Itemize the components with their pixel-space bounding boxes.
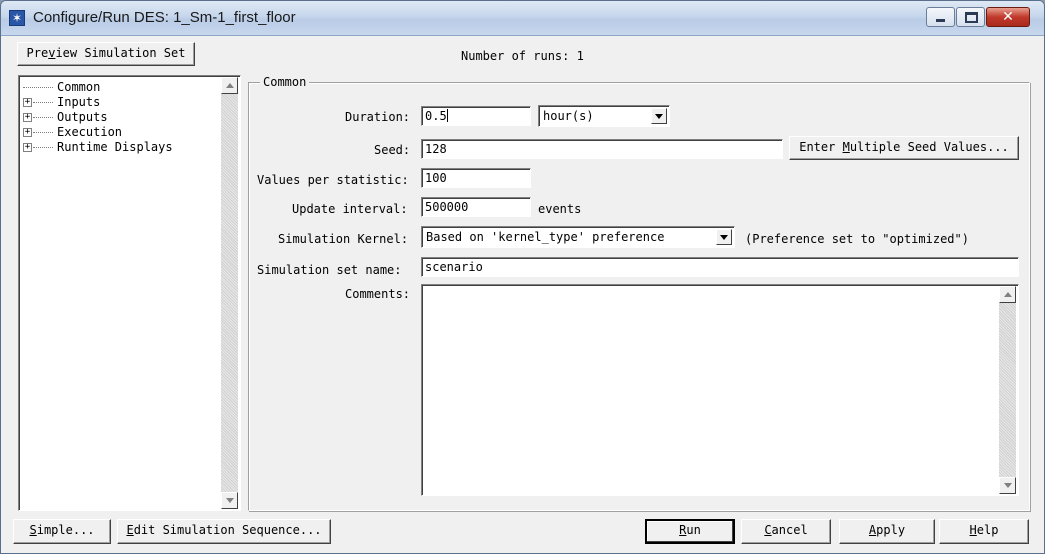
maximize-button[interactable] (956, 7, 985, 27)
minimize-button[interactable] (926, 7, 955, 27)
simulation-set-name-label: Simulation set name: (257, 263, 402, 277)
close-button[interactable]: ✕ (986, 7, 1030, 27)
tree-item-label: Execution (57, 125, 123, 139)
tree-connector (33, 147, 53, 148)
values-per-statistic-value: 100 (425, 171, 447, 185)
simple-post: imple... (36, 523, 95, 537)
scroll-up-button[interactable] (221, 77, 238, 94)
simulation-kernel-label: Simulation Kernel: (278, 232, 409, 246)
cancel-post: ancel (771, 523, 808, 537)
help-post: elp (976, 523, 999, 537)
tree-connector (33, 132, 53, 133)
edit-simulation-sequence-button[interactable]: Edit Simulation Sequence... (117, 519, 331, 544)
tree-item-inputs[interactable]: + Inputs (23, 96, 100, 108)
close-icon: ✕ (1002, 9, 1014, 25)
simulation-set-name-value: scenario (425, 260, 483, 274)
seed-label: Seed: (374, 143, 411, 157)
category-tree[interactable]: Common + Inputs + Outputs + Execution + Runt… (18, 75, 241, 511)
star-app-icon: ✶ (9, 10, 25, 26)
window-title: Configure/Run DES: 1_Sm-1_first_floor (33, 9, 296, 26)
update-interval-unit: events (538, 202, 582, 216)
preview-label-post: iew Simulation Set (55, 46, 186, 60)
chevron-down-icon[interactable] (651, 108, 667, 124)
apply-button[interactable]: Apply (839, 519, 935, 544)
duration-unit-value: hour(s) (543, 109, 594, 123)
expand-icon[interactable]: + (23, 113, 32, 122)
update-interval-label: Update interval: (292, 202, 408, 216)
expand-icon[interactable]: + (23, 128, 32, 137)
expand-icon[interactable]: + (23, 143, 32, 152)
simulation-kernel-value: Based on 'kernel_type' preference (426, 230, 665, 244)
edit-seq-accel: E (126, 523, 134, 537)
tree-item-label: Runtime Displays (57, 140, 173, 154)
minimize-icon (936, 19, 945, 22)
duration-label: Duration: (345, 110, 411, 124)
scroll-up-button[interactable] (999, 286, 1016, 303)
duration-unit-select[interactable]: hour(s) (538, 105, 670, 127)
comments-textarea[interactable] (421, 284, 1019, 496)
multi-seed-post: ultiple Seed Values... (849, 140, 1009, 154)
expand-icon[interactable]: + (23, 98, 32, 107)
simulation-kernel-select[interactable]: Based on 'kernel_type' preference (421, 226, 735, 248)
configure-run-dialog: ✶ Configure/Run DES: 1_Sm-1_first_floor … (0, 0, 1045, 554)
tree-connector (23, 87, 53, 88)
tree-connector (33, 117, 53, 118)
multi-seed-accel: M (842, 140, 850, 154)
tree-item-label: Common (57, 80, 101, 94)
cancel-button[interactable]: Cancel (741, 519, 831, 544)
duration-input[interactable]: 0.5 (421, 106, 531, 126)
tree-connector (33, 102, 53, 103)
tree-item-outputs[interactable]: + Outputs (23, 111, 108, 123)
enter-multiple-seed-values-button[interactable]: Enter Multiple Seed Values... (789, 136, 1019, 160)
text-caret (446, 109, 448, 122)
preview-label-pre: Pre (26, 46, 49, 60)
update-interval-value: 500000 (425, 200, 469, 214)
scroll-down-button[interactable] (221, 492, 238, 509)
values-per-statistic-label: Values per statistic: (257, 173, 409, 187)
number-of-runs-label: Number of runs: 1 (461, 49, 584, 63)
tree-scrollbar[interactable] (221, 77, 238, 509)
cancel-accel: C (764, 523, 772, 537)
common-group-title: Common (260, 75, 310, 89)
title-bar[interactable]: ✶ Configure/Run DES: 1_Sm-1_first_floor … (1, 1, 1044, 36)
seed-input[interactable]: 128 (421, 139, 783, 159)
tree-item-label: Inputs (57, 95, 101, 109)
duration-value: 0.5 (425, 109, 447, 123)
tree-item-execution[interactable]: + Execution (23, 126, 122, 138)
simulation-set-name-input[interactable]: scenario (421, 257, 1019, 277)
scroll-down-button[interactable] (999, 477, 1016, 494)
run-button[interactable]: Run (645, 519, 735, 544)
run-post: un (686, 523, 701, 537)
comments-scrollbar[interactable] (999, 286, 1016, 494)
preview-simulation-set-button[interactable]: Preview Simulation Set (17, 42, 195, 66)
help-button[interactable]: Help (939, 519, 1029, 544)
edit-seq-post: dit Simulation Sequence... (133, 523, 322, 537)
comments-label: Comments: (345, 287, 411, 301)
update-interval-input[interactable]: 500000 (421, 197, 531, 217)
seed-value: 128 (425, 142, 447, 156)
apply-post: pply (876, 523, 906, 537)
values-per-statistic-input[interactable]: 100 (421, 168, 531, 188)
kernel-preference-note: (Preference set to "optimized") (745, 232, 969, 246)
chevron-down-icon[interactable] (716, 229, 732, 245)
maximize-icon (965, 12, 978, 23)
tree-item-common[interactable]: Common (23, 81, 100, 93)
tree-item-label: Outputs (57, 110, 108, 124)
multi-seed-pre: Enter (799, 140, 843, 154)
simple-button[interactable]: Simple... (13, 519, 111, 544)
tree-item-runtime-displays[interactable]: + Runtime Displays (23, 141, 173, 153)
help-accel: H (969, 523, 977, 537)
simple-accel: S (29, 523, 37, 537)
